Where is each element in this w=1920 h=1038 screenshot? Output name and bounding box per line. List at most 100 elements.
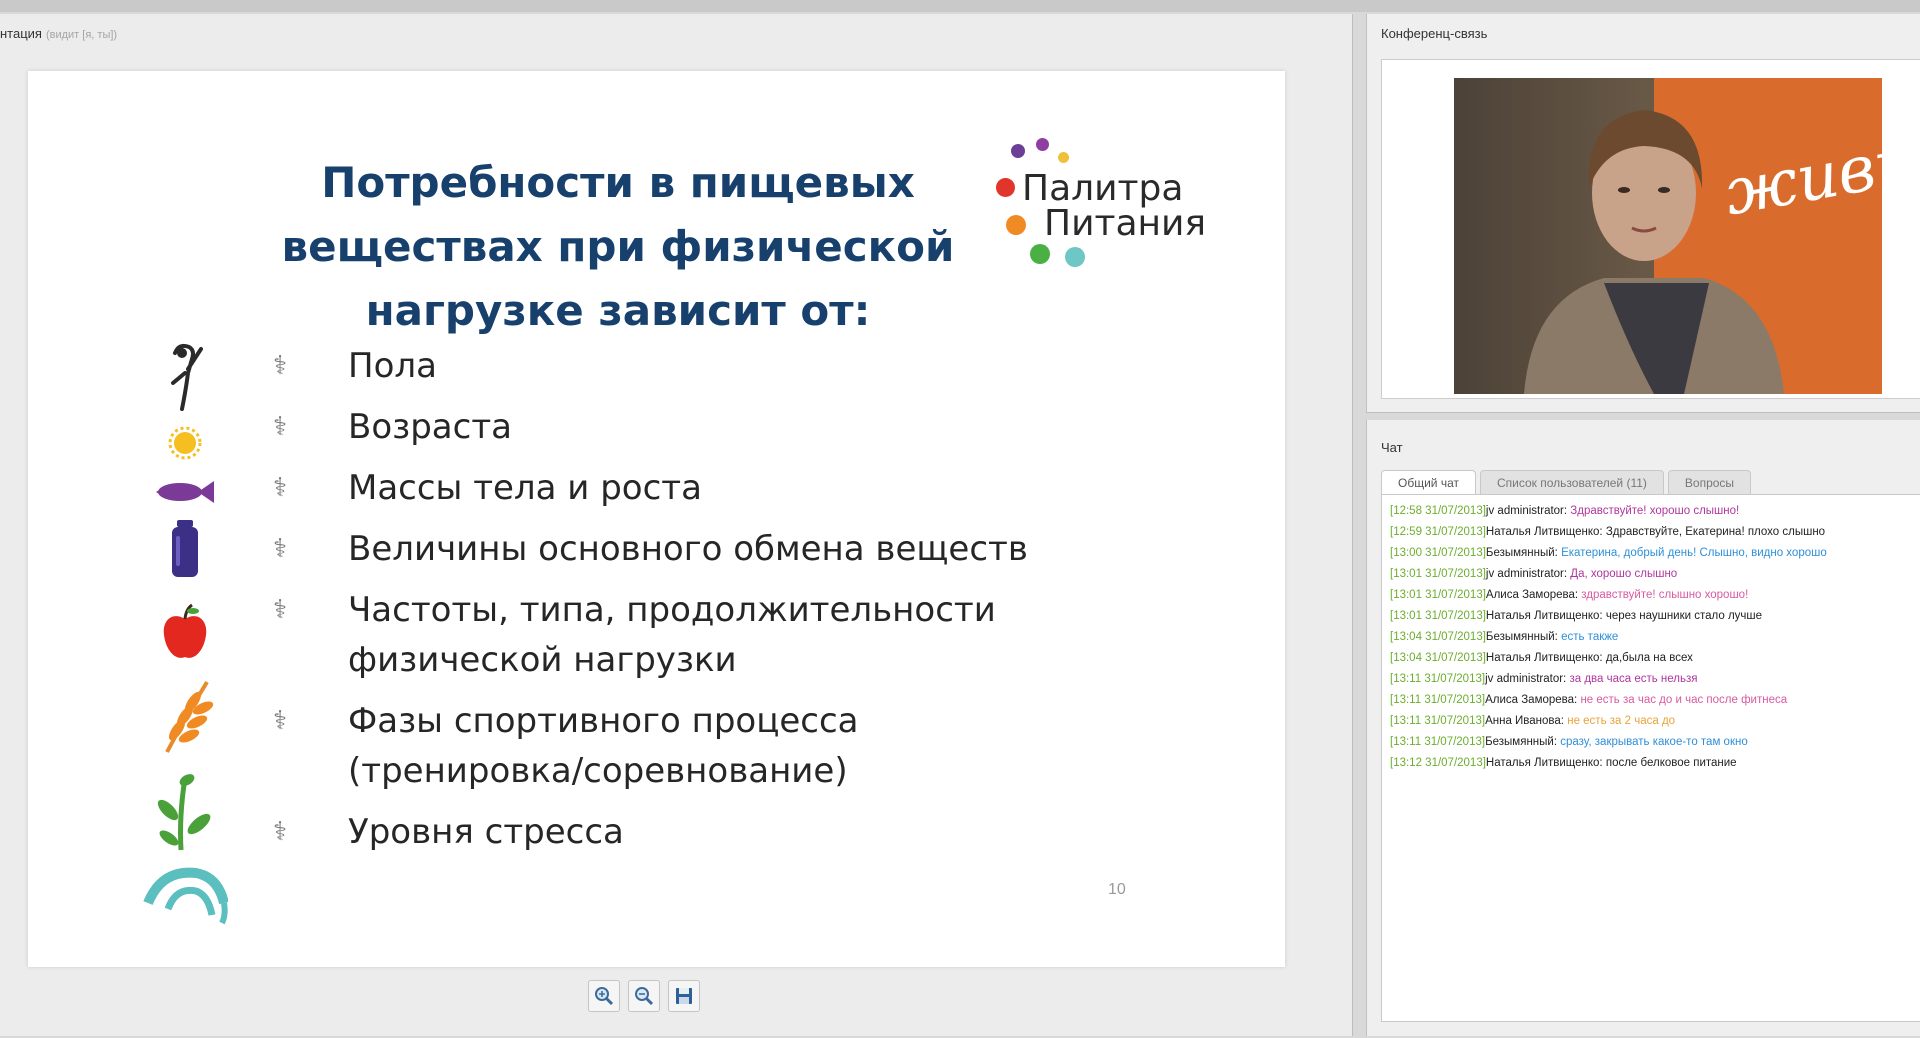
message-text: да,была на всех: [1605, 652, 1693, 664]
chat-panel-title: Чат: [1381, 440, 1403, 455]
chat-message: [13:04 31/07/2013]Наталья Литвищенко: да…: [1390, 648, 1920, 669]
conference-panel-title: Конференц-связь: [1381, 26, 1488, 41]
message-timestamp: [13:04 31/07/2013]: [1390, 631, 1486, 643]
message-timestamp: [13:11 31/07/2013]: [1390, 694, 1486, 706]
message-text: сразу, закрывать какое-то там окно: [1560, 736, 1748, 748]
slide-title: Потребности в пищевых веществах при физи…: [281, 158, 955, 335]
bullet-marker-icon: ⚕: [273, 706, 288, 736]
message-author: jv administrator:: [1485, 505, 1568, 517]
bullet-marker-icon: ⚕: [273, 595, 288, 625]
bullet-marker-icon: ⚕: [273, 473, 288, 503]
slide-toolbar: [588, 980, 700, 1012]
bullet-list: ⚕ Пола ⚕ Возраста ⚕ Массы тела и роста ⚕ Вел…: [273, 341, 1173, 868]
message-text: не есть за час до и час после фитнеса: [1580, 694, 1788, 706]
chat-message: [13:00 31/07/2013]Безымянный: Екатерина,…: [1390, 543, 1920, 564]
message-author: Наталья Литвищенко:: [1485, 526, 1603, 538]
message-text: через наушники стало лучше: [1605, 610, 1763, 622]
bullet-marker-icon: ⚕: [273, 351, 288, 381]
chat-message: [13:01 31/07/2013]Алиса Заморева: здравс…: [1390, 585, 1920, 606]
chat-message: [13:11 31/07/2013]Анна Иванова: не есть …: [1390, 711, 1920, 732]
message-timestamp: [13:04 31/07/2013]: [1390, 652, 1486, 664]
slide-page-number: 10: [1108, 881, 1126, 898]
chat-message-list: [12:58 31/07/2013]jv administrator: Здра…: [1382, 495, 1920, 774]
message-author: Безымянный:: [1485, 631, 1558, 643]
sun-icon: [140, 423, 230, 463]
chat-message: [12:58 31/07/2013]jv administrator: Здра…: [1390, 501, 1920, 522]
apple-icon: [140, 603, 230, 663]
message-timestamp: [13:11 31/07/2013]: [1390, 736, 1486, 748]
chat-message: [13:01 31/07/2013]Наталья Литвищенко: че…: [1390, 606, 1920, 627]
chat-message: [13:11 31/07/2013]Алиса Заморева: не ест…: [1390, 690, 1920, 711]
message-timestamp: [13:01 31/07/2013]: [1390, 589, 1486, 601]
message-text: Екатерина, добрый день! Слышно, видно хо…: [1561, 547, 1827, 559]
chat-message: [13:11 31/07/2013]Безымянный: сразу, зак…: [1390, 732, 1920, 753]
video-container: живи!: [1381, 59, 1920, 399]
slide: Потребности в пищевых веществах при физи…: [28, 71, 1285, 967]
message-author: Анна Иванова:: [1485, 715, 1565, 727]
message-timestamp: [12:59 31/07/2013]: [1390, 526, 1486, 538]
zoom-in-icon: [595, 987, 614, 1006]
message-text: после белковое питание: [1605, 757, 1737, 769]
sprout-icon: [140, 768, 230, 852]
message-timestamp: [13:01 31/07/2013]: [1390, 568, 1486, 580]
zoom-out-icon: [635, 987, 654, 1006]
message-timestamp: [13:01 31/07/2013]: [1390, 610, 1486, 622]
palitra-logo: Палитра Питания: [968, 131, 1208, 267]
message-text: здравствуйте! слышно хорошо!: [1581, 589, 1749, 601]
chat-message: [13:04 31/07/2013]Безымянный: есть также: [1390, 627, 1920, 648]
wave-icon: [140, 863, 230, 927]
top-bar: [0, 0, 1920, 12]
message-author: Наталья Литвищенко:: [1485, 652, 1603, 664]
chat-message: [12:59 31/07/2013]Наталья Литвищенко: Зд…: [1390, 522, 1920, 543]
chat-message: [13:11 31/07/2013]jv administrator: за д…: [1390, 669, 1920, 690]
bullet-item: ⚕ Величины основного обмена веществ: [273, 524, 1173, 574]
zoom-out-button[interactable]: [628, 980, 660, 1012]
bullet-item: ⚕ Пола: [273, 341, 1173, 391]
message-text: Да, хорошо слышно: [1570, 568, 1678, 580]
message-timestamp: [12:58 31/07/2013]: [1390, 505, 1486, 517]
message-text: Здравствуйте, Екатерина! плохо слышно: [1605, 526, 1826, 538]
bullet-item: ⚕ Частоты, типа, продолжительности физичес…: [273, 585, 1173, 685]
tab-questions[interactable]: Вопросы: [1667, 470, 1752, 495]
chat-tabs: Общий чат Список пользователей (11) Вопр…: [1381, 470, 1752, 495]
save-icon: [676, 988, 692, 1004]
bullet-marker-icon: ⚕: [273, 817, 288, 847]
slide-icon-column: [140, 333, 230, 933]
message-author: Наталья Литвищенко:: [1485, 757, 1603, 769]
video-frame: [1454, 78, 1882, 394]
conference-panel: Конференц-связь живи!: [1366, 14, 1920, 413]
message-timestamp: [13:11 31/07/2013]: [1390, 673, 1486, 685]
zoom-in-button[interactable]: [588, 980, 620, 1012]
message-timestamp: [13:11 31/07/2013]: [1390, 715, 1486, 727]
bottle-icon: [140, 518, 230, 580]
message-text: не есть за 2 часа до: [1567, 715, 1676, 727]
message-text: Здравствуйте! хорошо слышно!: [1570, 505, 1740, 517]
wheat-icon: [140, 678, 230, 756]
tab-user-list[interactable]: Список пользователей (11): [1479, 470, 1664, 495]
message-timestamp: [13:12 31/07/2013]: [1390, 757, 1486, 769]
chat-message: [13:01 31/07/2013]jv administrator: Да, …: [1390, 564, 1920, 585]
bullet-marker-icon: ⚕: [273, 534, 288, 564]
message-author: Алиса Заморева:: [1485, 694, 1578, 706]
bullet-item: ⚕ Уровня стресса: [273, 807, 1173, 857]
message-text: есть также: [1561, 631, 1619, 643]
message-author: Безымянный:: [1485, 736, 1558, 748]
message-author: Алиса Заморева:: [1485, 589, 1579, 601]
message-author: Безымянный:: [1485, 547, 1558, 559]
message-timestamp: [13:00 31/07/2013]: [1390, 547, 1486, 559]
dancer-icon: [140, 341, 230, 413]
chat-message: [13:12 31/07/2013]Наталья Литвищенко: по…: [1390, 753, 1920, 774]
message-text: за два часа есть нельзя: [1569, 673, 1698, 685]
bullet-item: ⚕ Массы тела и роста: [273, 463, 1173, 513]
chat-panel: Чат Общий чат Список пользователей (11) …: [1366, 420, 1920, 1036]
webcam-video[interactable]: живи!: [1454, 78, 1882, 394]
presentation-panel: нтация (видит [я, ты]) Потребности в пище…: [0, 14, 1353, 1036]
save-button[interactable]: [668, 980, 700, 1012]
message-author: Наталья Литвищенко:: [1485, 610, 1603, 622]
tab-general-chat[interactable]: Общий чат: [1381, 470, 1476, 495]
chat-message-area[interactable]: [12:58 31/07/2013]jv administrator: Здра…: [1381, 494, 1920, 1022]
bullet-item: ⚕ Возраста: [273, 402, 1173, 452]
message-author: jv administrator:: [1485, 673, 1567, 685]
bullet-item: ⚕ Фазы спортивного процесса (тренировка/со…: [273, 696, 1173, 796]
fish-icon: [140, 478, 230, 506]
